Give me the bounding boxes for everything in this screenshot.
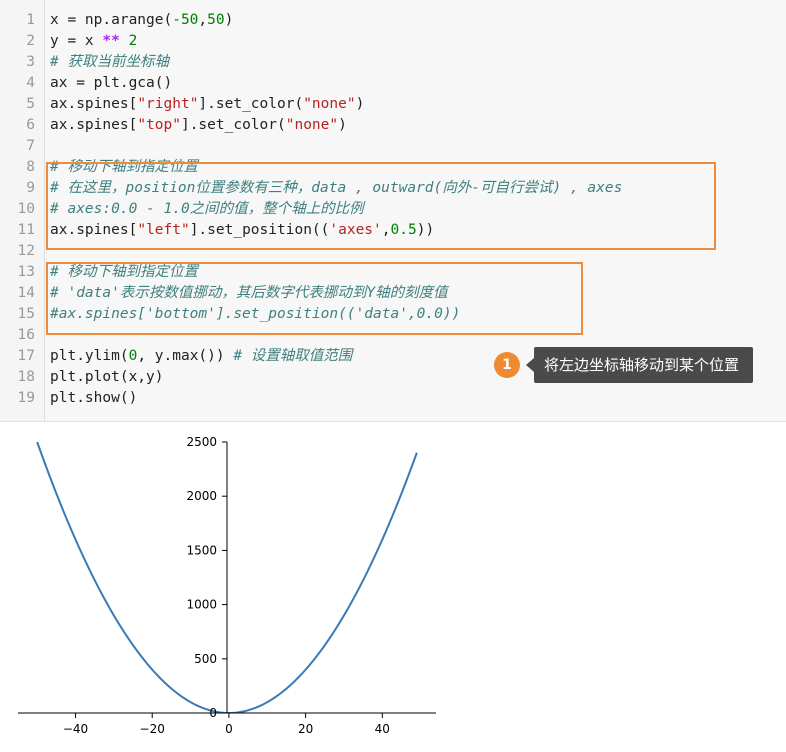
code-token: , y.max()) <box>137 348 234 364</box>
line-number: 17 <box>17 348 35 364</box>
code-line[interactable]: 5 ax.spines["right"].set_color("none") <box>0 94 786 115</box>
line-number: 16 <box>17 327 35 343</box>
code-token: 2 <box>128 33 138 49</box>
x-tick-label: 0 <box>225 722 233 736</box>
x-tick-label: 20 <box>298 722 313 736</box>
code-token: "top" <box>137 117 181 133</box>
annotation-tooltip: 1 将左边坐标轴移动到某个位置 <box>494 347 754 383</box>
code-token: "none" <box>303 96 356 112</box>
line-number: 1 <box>26 12 35 28</box>
line-number: 12 <box>17 243 35 259</box>
line-number: 9 <box>26 180 35 196</box>
x-tick-label: −20 <box>140 722 165 736</box>
y-tick-label: 2500 <box>186 435 217 449</box>
code-cell[interactable]: 1x = np.arange(-50,50) 2 y = x ** 2 3 # 获取当前… <box>0 0 786 422</box>
code-token: plt.plot(x,y) <box>50 369 164 385</box>
code-token: ax.spines[ <box>50 96 138 112</box>
line-number: 19 <box>17 390 35 406</box>
annotation-badge: 1 <box>494 352 520 378</box>
code-token: -50 <box>172 12 199 28</box>
line-number: 15 <box>17 306 35 322</box>
code-line[interactable]: 3 # 获取当前坐标轴 <box>0 52 786 73</box>
code-text: y = x ** 2 <box>50 31 137 52</box>
code-token: , <box>198 12 208 28</box>
annotation-text: 将左边坐标轴移动到某个位置 <box>534 347 754 383</box>
code-token: "none" <box>285 117 339 133</box>
code-text: ax.spines["top"].set_color("none") <box>50 115 347 136</box>
line-number: 5 <box>26 96 35 112</box>
code-token: ax.spines[ <box>50 117 138 133</box>
code-token: ) <box>355 96 365 112</box>
x-tick-label: 40 <box>375 722 390 736</box>
line-number: 18 <box>17 369 35 385</box>
code-token: ].set_color( <box>198 96 304 112</box>
highlight-box-left-spine <box>46 162 716 250</box>
code-token: ** <box>102 33 120 49</box>
code-token: # 获取当前坐标轴 <box>50 54 169 70</box>
code-line[interactable]: 4 ax = plt.gca() <box>0 73 786 94</box>
code-line[interactable]: 7 <box>0 136 786 157</box>
line-number: 13 <box>17 264 35 280</box>
code-text: ax.spines["right"].set_color("none") <box>50 94 364 115</box>
code-token: ) <box>338 117 347 133</box>
code-token: plt.show() <box>50 390 138 406</box>
code-line[interactable]: 2y = x ** 2 <box>0 31 786 52</box>
code-token: ax = plt.gca() <box>50 75 173 91</box>
y-tick-label: 500 <box>194 652 217 666</box>
line-number: 7 <box>26 138 35 154</box>
tooltip-tail <box>526 358 534 372</box>
code-text: # 获取当前坐标轴 <box>50 52 169 73</box>
parabola-chart: −40 −20 0 20 40 0 500 1000 1500 2000 2500 <box>18 435 436 736</box>
code-token: "right" <box>137 96 199 112</box>
code-token: ) <box>224 12 234 28</box>
code-token: ].set_color( <box>180 117 286 133</box>
line-number: 6 <box>26 117 35 133</box>
code-token: x = np.arange( <box>50 12 173 28</box>
y-tick-label: 0 <box>209 706 217 720</box>
code-text: ax = plt.gca() <box>50 73 172 94</box>
code-token: # 设置轴取值范围 <box>233 348 353 364</box>
line-number: 2 <box>26 33 35 49</box>
code-line[interactable]: 19 plt.show() <box>0 388 786 409</box>
line-number: 10 <box>17 201 35 217</box>
y-tick-label: 2000 <box>186 489 217 503</box>
line-number: 11 <box>17 222 35 238</box>
code-token: 0 <box>128 348 138 364</box>
code-line[interactable]: 1 x = np.arange(-50,50) <box>0 10 786 31</box>
code-text: x = np.arange(-50,50) <box>50 10 233 31</box>
code-token: 50 <box>207 12 225 28</box>
line-number: 8 <box>26 159 35 175</box>
y-tick-label: 1000 <box>186 598 217 612</box>
line-number: 14 <box>17 285 35 301</box>
line-number: 3 <box>26 54 35 70</box>
x-tick-label: −40 <box>63 722 88 736</box>
code-text: plt.ylim(0, y.max()) # 设置轴取值范围 <box>50 346 352 367</box>
code-line[interactable]: 6 ax.spines["top"].set_color("none") <box>0 115 786 136</box>
code-token: plt.ylim( <box>50 348 129 364</box>
y-tick-label: 1500 <box>186 543 217 557</box>
code-token: y = x <box>50 33 103 49</box>
line-number: 4 <box>26 75 35 91</box>
highlight-box-bottom-spine <box>46 262 583 335</box>
code-text: plt.plot(x,y) <box>50 367 164 388</box>
code-text: plt.show() <box>50 388 137 409</box>
